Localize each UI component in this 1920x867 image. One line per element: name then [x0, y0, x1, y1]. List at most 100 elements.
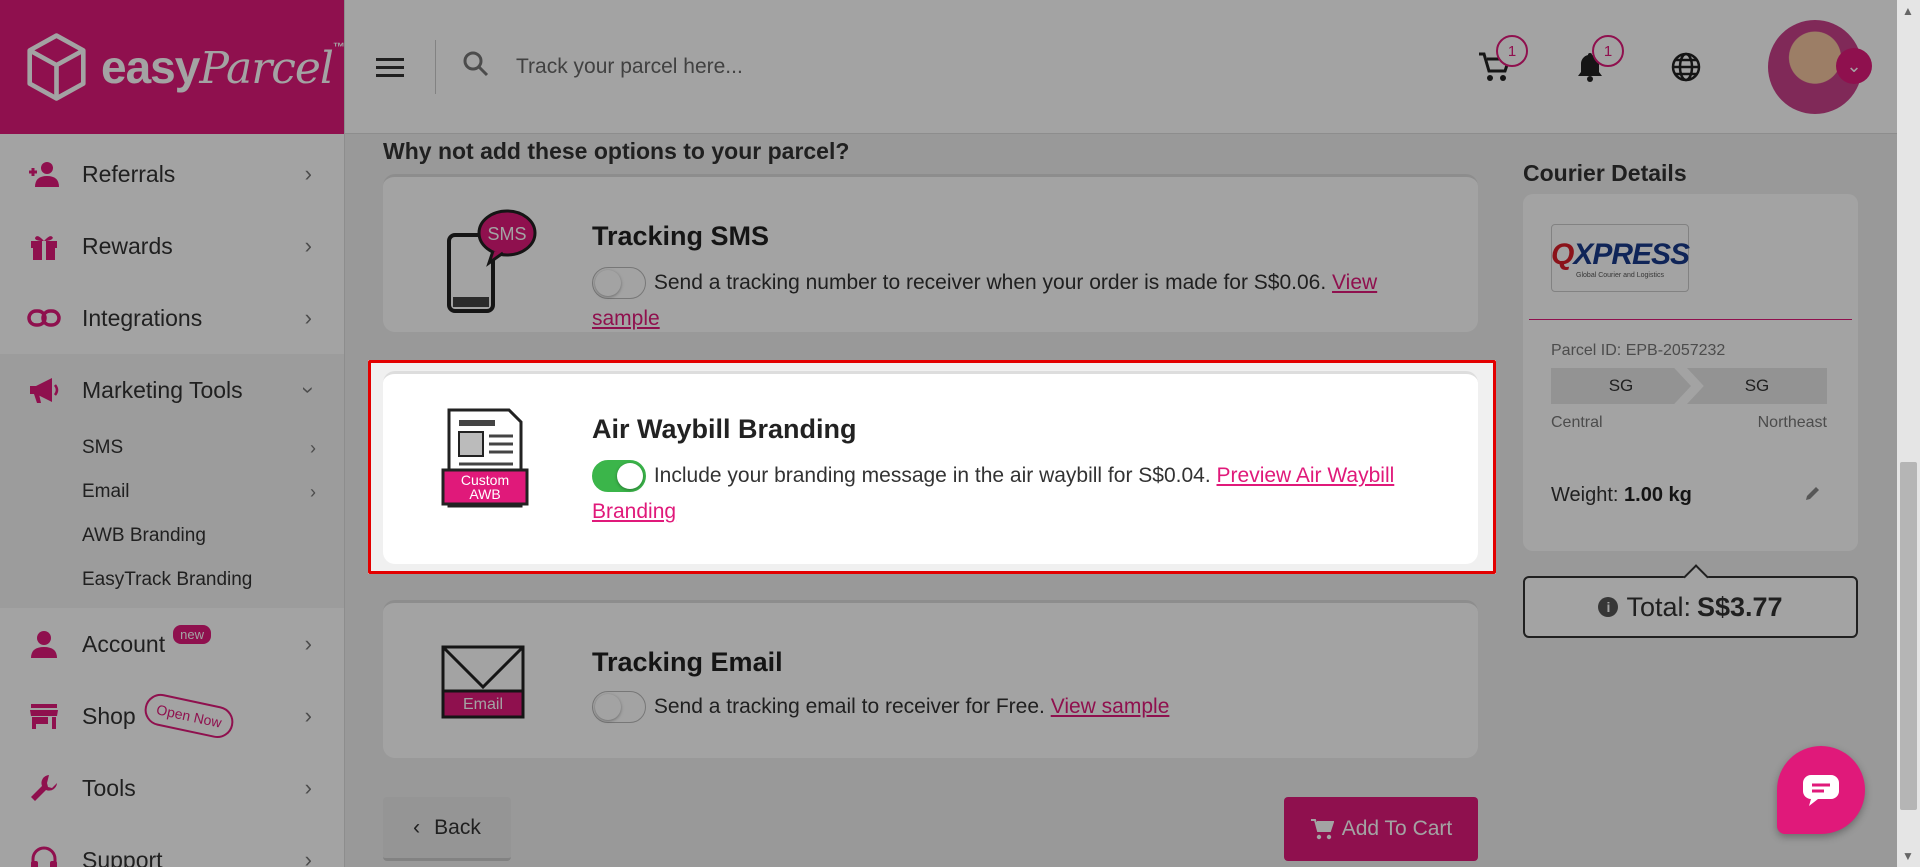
highlight-frame	[368, 360, 1496, 574]
submenu-item-label: EasyTrack Branding	[82, 569, 253, 590]
gift-icon	[26, 228, 62, 264]
megaphone-icon	[26, 372, 62, 408]
total-summary[interactable]: i Total: S$3.77	[1523, 576, 1858, 638]
notifications-button[interactable]: 1	[1560, 35, 1624, 97]
option-title: Tracking Email	[592, 647, 783, 677]
user-avatar[interactable]: ⌄	[1768, 20, 1872, 114]
back-button[interactable]: ‹ Back	[383, 797, 511, 861]
sidebar-item-label: Account	[82, 630, 166, 657]
chat-support-button[interactable]	[1777, 746, 1865, 834]
sidebar-item-account[interactable]: Account new ›	[0, 608, 344, 680]
total-value: S$3.77	[1696, 591, 1783, 622]
referral-icon	[26, 156, 62, 192]
sidebar-item-support[interactable]: Support ›	[0, 824, 344, 867]
submenu-item-sms[interactable]: SMS ›	[0, 426, 344, 470]
info-icon: i	[1598, 597, 1619, 617]
language-button[interactable]	[1656, 37, 1716, 97]
option-description-row: Send a tracking email to receiver for Fr…	[592, 689, 1422, 725]
menu-toggle-button[interactable]	[345, 0, 435, 134]
courier-details-title: Courier Details	[1523, 160, 1687, 186]
email-illus-label: Email	[463, 696, 503, 713]
headset-icon	[26, 842, 62, 867]
cart-icon	[1310, 819, 1334, 840]
scroll-down-arrow-icon[interactable]: ▼	[1902, 849, 1914, 863]
email-envelope-icon: Email	[435, 639, 545, 749]
view-sample-link[interactable]: View sample	[1051, 695, 1170, 718]
track-parcel-search-input[interactable]	[516, 54, 1116, 79]
courier-card: QXPRESS Global Courier and Logistics Par…	[1523, 194, 1858, 551]
sidebar-item-tools[interactable]: Tools ›	[0, 752, 344, 824]
cart-count-badge: 1	[1496, 35, 1528, 67]
submenu-item-awb-branding[interactable]: AWB Branding	[0, 514, 344, 558]
parcel-id: Parcel ID: EPB-2057232	[1551, 342, 1726, 359]
chevron-down-icon[interactable]: ⌄	[1836, 48, 1872, 84]
box-logo-icon	[27, 33, 86, 101]
submenu-item-label: Email	[82, 481, 130, 502]
scroll-up-arrow-icon[interactable]: ▲	[1902, 4, 1914, 18]
submenu-item-email[interactable]: Email ›	[0, 470, 344, 514]
sidebar-nav: Referrals › Rewards › Integrations › Mar…	[0, 134, 344, 867]
route-indicator: SG SG	[1551, 368, 1827, 404]
route-to: SG	[1687, 368, 1827, 404]
top-bar: 1 1 ⌄	[345, 0, 1920, 134]
total-label: Total:	[1626, 591, 1691, 622]
sidebar-item-label: Tools	[82, 774, 136, 801]
sidebar-item-referrals[interactable]: Referrals ›	[0, 138, 344, 210]
divider	[1529, 319, 1852, 320]
cart-button[interactable]: 1	[1464, 35, 1528, 97]
sidebar-item-integrations[interactable]: Integrations ›	[0, 282, 344, 354]
brand-logo[interactable]: easyParcel™	[0, 0, 345, 134]
toggle-knob	[595, 270, 621, 297]
add-to-cart-button[interactable]: Add To Cart	[1284, 797, 1478, 861]
sidebar-item-label: Shop	[82, 702, 136, 729]
sidebar-item-label: Rewards	[82, 232, 173, 259]
submenu-item-label: AWB Branding	[82, 525, 206, 546]
toggle-knob	[595, 694, 621, 721]
chevron-right-icon: ›	[310, 481, 316, 502]
chevron-right-icon: ›	[304, 161, 312, 186]
weight-label: Weight:	[1551, 484, 1619, 506]
edit-pencil-icon[interactable]	[1804, 484, 1822, 507]
back-button-label: Back	[434, 815, 481, 839]
brand-name: easyParcel™	[101, 40, 345, 94]
marketing-submenu: SMS › Email › AWB Branding EasyTrack Brand…	[0, 426, 344, 608]
chevron-down-icon: ›	[296, 386, 322, 394]
sidebar-item-label: Referrals	[82, 160, 176, 187]
route-from: SG	[1551, 368, 1691, 404]
tracking-sms-toggle[interactable]	[592, 267, 646, 300]
add-to-cart-label: Add To Cart	[1341, 817, 1453, 840]
route-labels: Central Northeast	[1551, 414, 1827, 432]
link-icon	[26, 300, 62, 336]
route-from-label: Central	[1551, 414, 1603, 431]
globe-icon	[1671, 52, 1701, 82]
chevron-left-icon: ‹	[413, 815, 421, 839]
sidebar-item-label: Integrations	[82, 304, 203, 331]
chat-bubble-icon	[1803, 775, 1839, 806]
submenu-item-easytrack-branding[interactable]: EasyTrack Branding	[0, 558, 344, 602]
option-title: Tracking SMS	[592, 221, 770, 251]
sidebar-item-marketing-tools[interactable]: Marketing Tools ›	[0, 354, 344, 426]
header-actions: 1 1 ⌄	[1428, 0, 1920, 134]
divider	[435, 39, 436, 94]
sidebar-item-rewards[interactable]: Rewards ›	[0, 210, 344, 282]
sidebar-item-shop[interactable]: Shop Open Now ›	[0, 680, 344, 752]
page-scrollbar[interactable]: ▲ ▼	[1897, 0, 1920, 867]
search-icon	[462, 50, 490, 83]
option-description: Send a tracking number to receiver when …	[653, 271, 1327, 294]
chevron-right-icon: ›	[304, 775, 312, 800]
options-heading: Why not add these options to your parcel…	[383, 138, 850, 164]
option-card-tracking-email: Email Tracking Email Send a tracking ema…	[383, 600, 1478, 758]
person-icon	[26, 626, 62, 662]
hamburger-icon	[376, 57, 404, 77]
sidebar: easyParcel™ Referrals › Rewards › Integr…	[0, 0, 345, 867]
submenu-item-label: SMS	[82, 437, 124, 458]
route-to-label: Northeast	[1757, 414, 1827, 431]
chevron-right-icon: ›	[310, 437, 316, 458]
scroll-thumb[interactable]	[1900, 462, 1917, 810]
wrench-icon	[26, 770, 62, 806]
chevron-right-icon: ›	[304, 305, 312, 330]
sidebar-item-label: Support	[82, 846, 163, 867]
tracking-email-toggle[interactable]	[592, 691, 646, 724]
courier-logo: QXPRESS Global Courier and Logistics	[1551, 224, 1690, 292]
notification-count-badge: 1	[1592, 35, 1624, 67]
